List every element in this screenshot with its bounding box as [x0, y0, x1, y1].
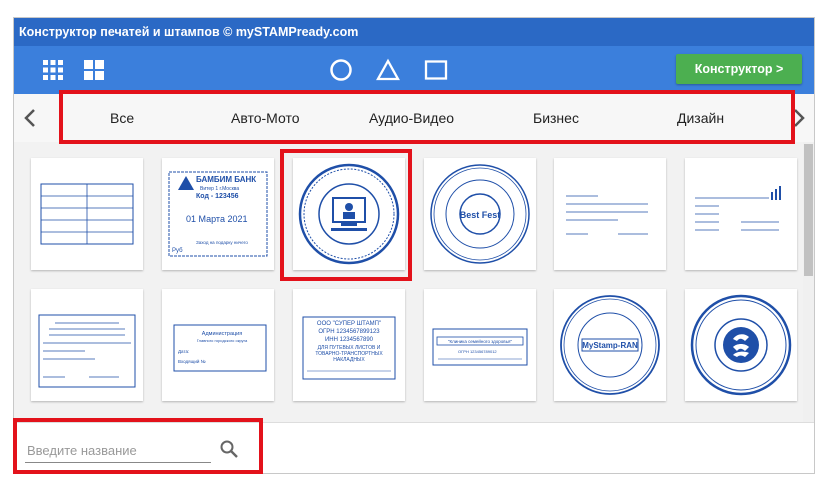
- stamp-card-mystamp[interactable]: MyStamp-RAN: [554, 289, 666, 401]
- stamp-registry-preview: [38, 314, 136, 388]
- grid-large-icon[interactable]: [82, 58, 106, 82]
- stamp-admin-title: Администрация: [202, 331, 242, 337]
- category-all[interactable]: Все: [110, 94, 134, 142]
- stamp-bank-code: Код - 123456: [196, 193, 239, 200]
- triangle-icon[interactable]: [376, 58, 400, 82]
- stamp-bank-preview: БАМБИМ БАНК Витер 1 г.Москва Код - 12345…: [168, 171, 268, 257]
- stamp-computer-preview: [298, 163, 400, 265]
- toolbar: Конструктор >: [14, 46, 814, 94]
- category-audio-video[interactable]: Аудио-Видео: [369, 94, 454, 142]
- stamp-bank-date: 01 Марта 2021: [186, 214, 247, 224]
- stamp-admin-date: Дата:: [178, 349, 189, 354]
- stamp-bank-name: БАМБИМ БАНК: [196, 175, 256, 184]
- stamp-card-bestfest[interactable]: Best Fest: [424, 158, 536, 270]
- stamp-super-line1: ООО "СУПЕР ШТАМП": [317, 321, 381, 327]
- window-title: Конструктор печатей и штампов © mySTAMPr…: [14, 18, 814, 46]
- constructor-button[interactable]: Конструктор >: [676, 54, 802, 84]
- chevron-right-icon[interactable]: [792, 108, 806, 134]
- stamp-card-table[interactable]: [31, 158, 143, 270]
- app-window: Конструктор печатей и штампов © mySTAMPr…: [13, 17, 815, 474]
- search-input[interactable]: [25, 438, 211, 463]
- search-bar: [14, 422, 814, 473]
- stamp-bank-line1: Витер 1 г.Москва: [200, 186, 239, 192]
- stamp-card-computer[interactable]: [293, 158, 405, 270]
- circle-icon[interactable]: [329, 58, 353, 82]
- stamp-card-clinic[interactable]: "Клиника семейного здоровья" ОГРН 123456…: [424, 289, 536, 401]
- stamp-clinic-ogrn: ОГРН 123456789012: [458, 349, 497, 354]
- scrollbar-thumb[interactable]: [804, 144, 813, 276]
- stamp-clinic-name: "Клиника семейного здоровья": [448, 338, 513, 344]
- category-auto-moto[interactable]: Авто-Мото: [231, 94, 300, 142]
- search-icon[interactable]: [219, 439, 239, 459]
- stamp-card-super-stamp[interactable]: ООО "СУПЕР ШТАМП" ОГРН 1234567899123 ИНН…: [293, 289, 405, 401]
- stamp-super-stamp-preview: ООО "СУПЕР ШТАМП" ОГРН 1234567899123 ИНН…: [302, 316, 396, 380]
- stamp-card-corner[interactable]: [554, 158, 666, 270]
- stamp-admin-preview: Администрация Главного городского округа…: [173, 324, 267, 372]
- stamp-ribbon-preview: [690, 294, 792, 396]
- stamp-card-business-card[interactable]: [685, 158, 797, 270]
- stamp-card-registry[interactable]: [31, 289, 143, 401]
- category-business[interactable]: Бизнес: [533, 94, 579, 142]
- stamp-card-ribbon[interactable]: [685, 289, 797, 401]
- chevron-left-icon[interactable]: [23, 108, 37, 134]
- grid-small-icon[interactable]: [41, 58, 65, 82]
- stamp-card-bank[interactable]: БАМБИМ БАНК Витер 1 г.Москва Код - 12345…: [162, 158, 274, 270]
- category-bar: Все Авто-Мото Аудио-Видео Бизнес Дизайн: [14, 94, 814, 143]
- grid-scrollbar[interactable]: [803, 142, 814, 422]
- stamp-bestfest-text: Best Fest: [460, 210, 501, 220]
- stamp-grid: БАМБИМ БАНК Витер 1 г.Москва Код - 12345…: [14, 142, 803, 422]
- stamp-clinic-preview: "Клиника семейного здоровья" ОГРН 123456…: [432, 328, 528, 366]
- stamp-admin-sub: Главного городского округа: [197, 338, 248, 343]
- stamp-corner-preview: [566, 195, 648, 235]
- stamp-business-card-preview: [695, 186, 781, 231]
- category-design[interactable]: Дизайн: [677, 94, 724, 142]
- stamp-mystamp-text: MyStamp-RAN: [582, 341, 638, 350]
- stamp-super-line2: ОГРН 1234567899123: [318, 329, 380, 335]
- square-icon[interactable]: [424, 58, 448, 82]
- stamp-admin-number: Входящий №: [178, 358, 206, 364]
- stamp-bank-rub: Руб: [172, 248, 183, 254]
- stamp-table-preview: [40, 183, 134, 245]
- stamp-mystamp-preview: MyStamp-RAN: [560, 295, 660, 395]
- stamp-super-line3: ИНН 1234567890: [325, 337, 374, 343]
- stamp-bank-footer: Заход на подарку ничего: [196, 240, 248, 245]
- stamp-super-line6: НАКЛАДНЫХ: [333, 357, 365, 363]
- stamp-card-admin[interactable]: Администрация Главного городского округа…: [162, 289, 274, 401]
- stamp-bestfest-preview: Best Fest: [430, 164, 530, 264]
